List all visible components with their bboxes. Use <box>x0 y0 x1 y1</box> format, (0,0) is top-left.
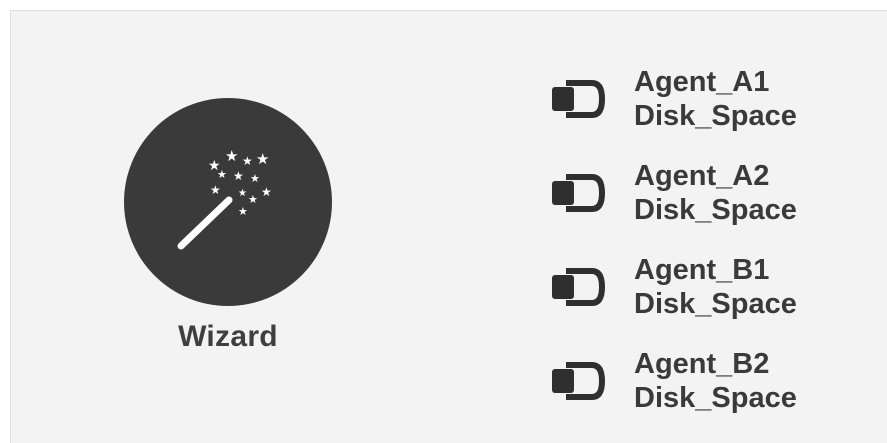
agent-item-a1[interactable]: Agent_A1 Disk_Space <box>549 55 869 149</box>
wizard-circle: ★ ★ ★ ★ ★ ★ ★ ★ ★ ★ ★ ★ <box>124 98 332 306</box>
agent-name: Agent_B1 <box>634 254 770 286</box>
svg-text:★: ★ <box>233 169 244 183</box>
agent-metric: Disk_Space <box>634 382 797 414</box>
agent-list: Agent_A1 Disk_Space Agent_A2 Disk_Space … <box>549 55 869 431</box>
agent-name: Agent_A2 <box>634 160 770 192</box>
svg-text:★: ★ <box>238 188 247 199</box>
svg-text:★: ★ <box>248 193 258 206</box>
connector-icon <box>552 362 605 400</box>
agent-name: Agent_A1 <box>634 66 770 98</box>
agent-metric: Disk_Space <box>634 194 797 226</box>
agent-item-b1[interactable]: Agent_B1 Disk_Space <box>549 243 869 337</box>
canvas-panel: ★ ★ ★ ★ ★ ★ ★ ★ ★ ★ ★ ★ Wizard Agent_A1 … <box>10 10 887 443</box>
magic-wand-icon: ★ ★ ★ ★ ★ ★ ★ ★ ★ ★ ★ ★ <box>177 147 272 250</box>
svg-text:★: ★ <box>242 154 253 168</box>
svg-text:★: ★ <box>225 147 238 165</box>
svg-text:★: ★ <box>210 183 221 197</box>
agent-metric: Disk_Space <box>634 100 797 132</box>
agent-item-a2[interactable]: Agent_A2 Disk_Space <box>549 149 869 243</box>
svg-text:★: ★ <box>250 172 260 185</box>
connector-icon <box>552 268 605 306</box>
connector-icon <box>552 174 605 212</box>
wizard-button[interactable]: ★ ★ ★ ★ ★ ★ ★ ★ ★ ★ ★ ★ Wizard <box>124 98 332 398</box>
connector-icon <box>552 80 605 118</box>
agent-metric: Disk_Space <box>634 288 797 320</box>
agent-item-b2[interactable]: Agent_B2 Disk_Space <box>549 337 869 431</box>
svg-text:★: ★ <box>256 150 269 168</box>
wizard-label: Wizard <box>178 320 278 353</box>
agent-name: Agent_B2 <box>634 348 770 380</box>
svg-text:★: ★ <box>238 205 248 218</box>
svg-text:★: ★ <box>261 185 272 199</box>
svg-text:★: ★ <box>217 168 227 181</box>
